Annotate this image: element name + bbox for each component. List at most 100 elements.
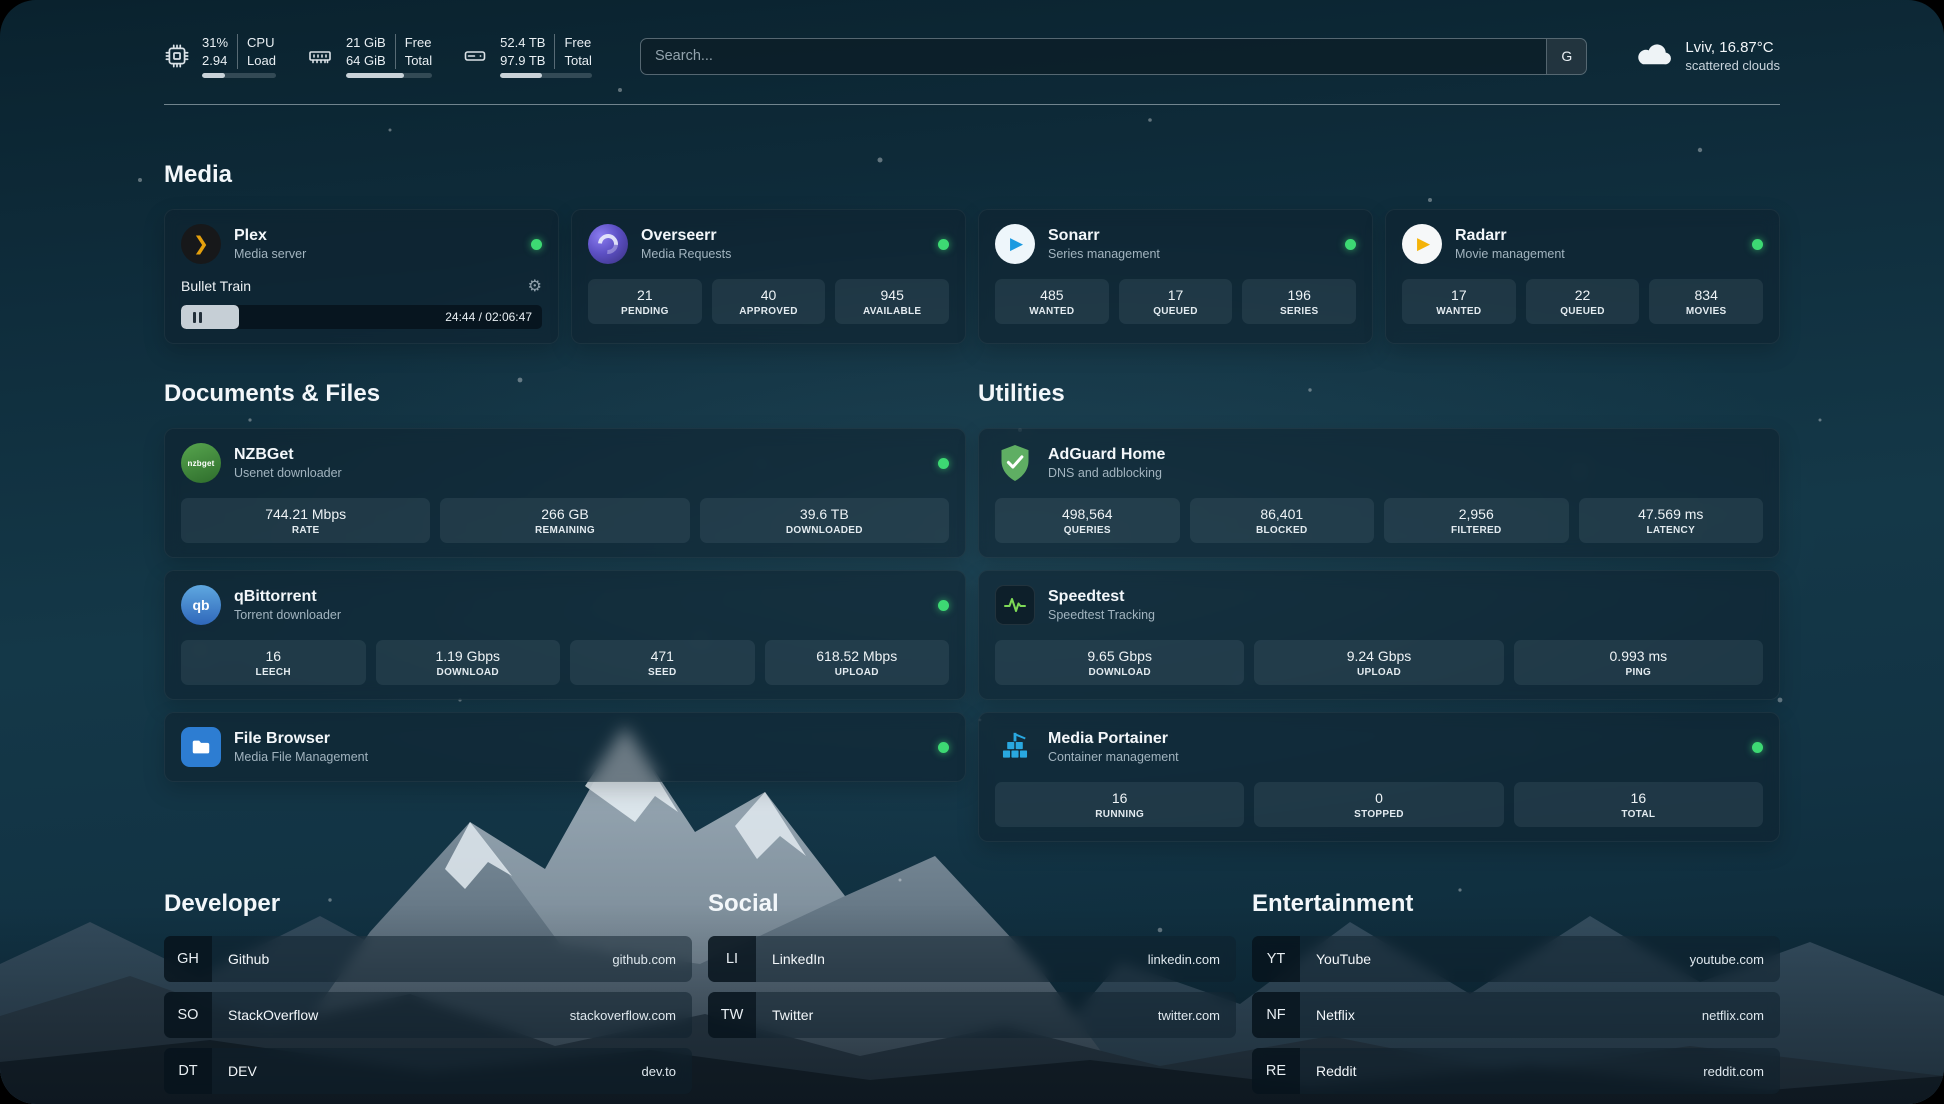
- bookmark-name: Twitter: [772, 1007, 813, 1023]
- memory-usage-fill: [346, 73, 404, 78]
- app-subtitle: Speedtest Tracking: [1048, 608, 1155, 622]
- app-card-adguard[interactable]: AdGuard Home DNS and adblocking 498,564 …: [978, 428, 1780, 558]
- bookmark-name: LinkedIn: [772, 951, 825, 967]
- bookmark-youtube[interactable]: YT YouTube youtube.com: [1252, 936, 1780, 982]
- app-name: Overseerr: [641, 227, 731, 245]
- memory-widget: 21 GiB 64 GiB Free Total: [306, 34, 432, 78]
- status-dot: [938, 458, 949, 469]
- app-card-qbittorrent[interactable]: qb qBittorrent Torrent downloader 16: [164, 570, 966, 700]
- bookmark-reddit[interactable]: RE Reddit reddit.com: [1252, 1048, 1780, 1094]
- app-subtitle: Torrent downloader: [234, 608, 341, 622]
- stat-download: 9.65 Gbps DOWNLOAD: [995, 640, 1244, 685]
- weather-widget: Lviv, 16.87°C scattered clouds: [1635, 39, 1780, 74]
- app-subtitle: Media server: [234, 247, 306, 261]
- app-subtitle: Usenet downloader: [234, 466, 342, 480]
- disk-total-value: 97.9 TB: [500, 52, 545, 70]
- bookmark-abbr: GH: [164, 936, 212, 982]
- bookmark-twitter[interactable]: TW Twitter twitter.com: [708, 992, 1236, 1038]
- cpu-icon: [164, 43, 190, 69]
- stat-ping: 0.993 ms PING: [1514, 640, 1763, 685]
- cpu-usage-fill: [202, 73, 225, 78]
- filebrowser-icon: [181, 727, 221, 767]
- bookmark-name: Github: [228, 951, 269, 967]
- gear-icon[interactable]: ⚙: [528, 276, 542, 296]
- bookmark-stackoverflow[interactable]: SO StackOverflow stackoverflow.com: [164, 992, 692, 1038]
- search-engine-button[interactable]: G: [1546, 39, 1586, 74]
- bookmark-url: reddit.com: [1703, 1064, 1764, 1079]
- stat-total: 16 TOTAL: [1514, 782, 1763, 827]
- app-name: Plex: [234, 227, 306, 245]
- bookmark-url: twitter.com: [1158, 1008, 1220, 1023]
- app-name: File Browser: [234, 730, 368, 748]
- plex-icon: ❯: [181, 224, 221, 264]
- speedtest-icon: [995, 585, 1035, 625]
- stat-queries: 498,564 QUERIES: [995, 498, 1180, 543]
- status-dot: [531, 239, 542, 250]
- app-subtitle: Movie management: [1455, 247, 1565, 261]
- disk-label-bottom: Total: [564, 52, 591, 70]
- bookmark-abbr: TW: [708, 992, 756, 1038]
- search-bar[interactable]: G: [640, 38, 1587, 75]
- app-card-radarr[interactable]: ▶ Radarr Movie management 17 WANTED 22: [1385, 209, 1780, 344]
- app-name: AdGuard Home: [1048, 446, 1165, 464]
- radarr-icon: ▶: [1402, 224, 1442, 264]
- developer-column: Developer GH Github github.com SO StackO…: [164, 890, 692, 1104]
- disk-usage-fill: [500, 73, 542, 78]
- bookmark-url: github.com: [612, 952, 676, 967]
- stat-download: 1.19 Gbps DOWNLOAD: [376, 640, 561, 685]
- utilities-column: Utilities AdGuard Home: [978, 380, 1780, 842]
- app-card-plex[interactable]: ❯ Plex Media server Bullet Train ⚙: [164, 209, 559, 344]
- playback-progress-fill: [181, 305, 239, 329]
- cpu-label-bottom: Load: [247, 52, 276, 70]
- nzbget-icon: nzbget: [181, 443, 221, 483]
- social-column: Social LI LinkedIn linkedin.com TW Twitt…: [708, 890, 1236, 1104]
- status-dot: [1345, 239, 1356, 250]
- memory-total-value: 64 GiB: [346, 52, 386, 70]
- bookmark-name: YouTube: [1316, 951, 1371, 967]
- adguard-icon: [995, 443, 1035, 483]
- now-playing-title: Bullet Train: [181, 278, 251, 294]
- bookmark-name: Reddit: [1316, 1063, 1356, 1079]
- pause-icon[interactable]: [193, 312, 202, 323]
- bookmark-abbr: LI: [708, 936, 756, 982]
- memory-label-bottom: Total: [405, 52, 432, 70]
- stat-seed: 471 SEED: [570, 640, 755, 685]
- app-card-overseerr[interactable]: Overseerr Media Requests 21 PENDING 40 A…: [571, 209, 966, 344]
- app-card-portainer[interactable]: Media Portainer Container management 16 …: [978, 712, 1780, 842]
- stat-approved: 40 APPROVED: [712, 279, 826, 324]
- app-card-nzbget[interactable]: nzbget NZBGet Usenet downloader 744.21 M…: [164, 428, 966, 558]
- section-title-documents: Documents & Files: [164, 380, 966, 408]
- bookmark-github[interactable]: GH Github github.com: [164, 936, 692, 982]
- playback-time: 24:44 / 02:06:47: [445, 310, 542, 324]
- qbittorrent-icon: qb: [181, 585, 221, 625]
- playback-progress-bar[interactable]: 24:44 / 02:06:47: [181, 305, 542, 329]
- stat-remaining: 266 GB REMAINING: [440, 498, 689, 543]
- status-dot: [938, 600, 949, 611]
- stat-running: 16 RUNNING: [995, 782, 1244, 827]
- memory-free-value: 21 GiB: [346, 34, 386, 52]
- app-card-sonarr[interactable]: ▶ Sonarr Series management 485 WANTED 17: [978, 209, 1373, 344]
- app-card-speedtest[interactable]: Speedtest Speedtest Tracking 9.65 Gbps D…: [978, 570, 1780, 700]
- disk-label-top: Free: [564, 34, 591, 52]
- app-subtitle: Media Requests: [641, 247, 731, 261]
- app-subtitle: Media File Management: [234, 750, 368, 764]
- weather-location: Lviv, 16.87°C: [1685, 39, 1780, 56]
- app-subtitle: Series management: [1048, 247, 1160, 261]
- stat-blocked: 86,401 BLOCKED: [1190, 498, 1375, 543]
- stat-rate: 744.21 Mbps RATE: [181, 498, 430, 543]
- cpu-load-value: 2.94: [202, 52, 228, 70]
- app-name: Speedtest: [1048, 588, 1155, 606]
- app-card-filebrowser[interactable]: File Browser Media File Management: [164, 712, 966, 782]
- bookmark-dev[interactable]: DT DEV dev.to: [164, 1048, 692, 1094]
- ram-icon: [306, 44, 334, 68]
- bookmark-abbr: YT: [1252, 936, 1300, 982]
- cpu-label-top: CPU: [247, 34, 276, 52]
- status-dot: [938, 742, 949, 753]
- header-divider: [164, 104, 1780, 105]
- search-input[interactable]: [641, 39, 1546, 74]
- app-name: Media Portainer: [1048, 730, 1179, 748]
- section-title-utilities: Utilities: [978, 380, 1780, 408]
- bookmark-linkedin[interactable]: LI LinkedIn linkedin.com: [708, 936, 1236, 982]
- disk-usage-bar: [500, 73, 592, 78]
- bookmark-netflix[interactable]: NF Netflix netflix.com: [1252, 992, 1780, 1038]
